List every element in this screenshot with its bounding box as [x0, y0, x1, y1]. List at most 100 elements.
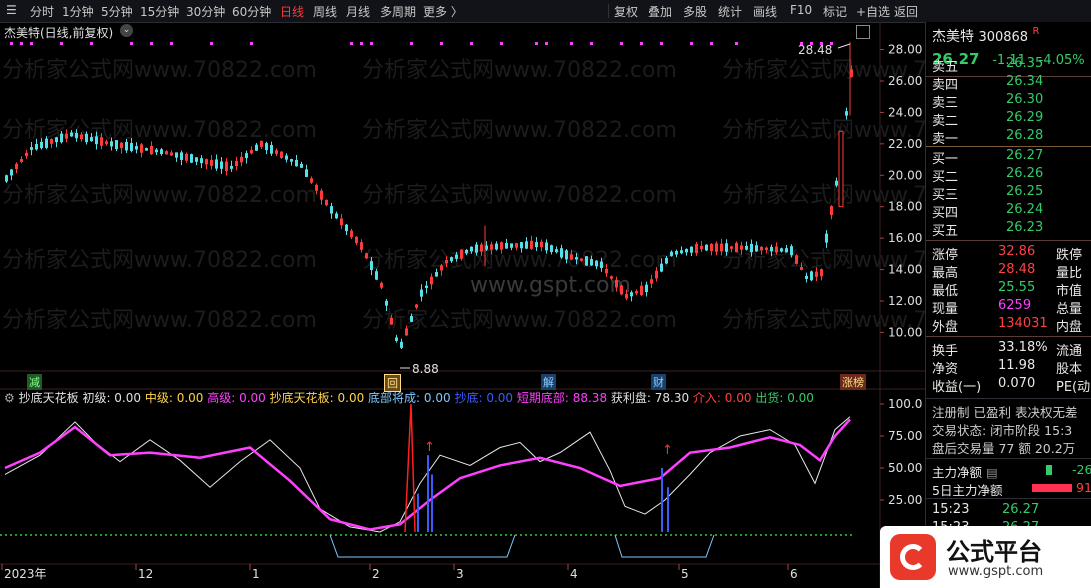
candle-body	[735, 242, 738, 253]
time-axis-label: 2023年	[4, 567, 47, 581]
price-axis-label: 20.00	[888, 168, 922, 182]
top-toolbar: ☰ 分时 1分钟 5分钟 15分钟 30分钟 60分钟 日线 周线 月线 多周期…	[0, 0, 1091, 23]
stat-label: PE(动	[1056, 380, 1091, 395]
indicator-axis-label: 100.0	[888, 397, 922, 411]
candle-body	[825, 233, 828, 243]
signal-dot	[545, 42, 548, 45]
candle-body	[665, 258, 668, 264]
draw-line-button[interactable]: 画线	[753, 3, 777, 20]
candle-body	[115, 140, 118, 150]
order-book-row[interactable]: 卖五 26.35	[932, 56, 1043, 75]
order-book-label: 卖五	[932, 60, 959, 75]
candle-body	[655, 270, 658, 279]
stat-label: 股本	[1056, 362, 1083, 377]
price-axis-label: 14.00	[888, 263, 922, 277]
period-tab-timeshare[interactable]: 分时	[30, 3, 54, 20]
event-marker-unlock[interactable]: 解	[541, 374, 556, 390]
indicator-gear-icon[interactable]: ⚙	[4, 391, 15, 405]
brand-badge: 公式平台 www.gspt.com	[880, 526, 1091, 588]
period-tab-5min[interactable]: 5分钟	[101, 3, 133, 20]
order-book-row[interactable]: 买四 26.24	[932, 202, 1043, 221]
period-tab-daily[interactable]: 日线	[280, 3, 304, 20]
indicator-field: 抄底: 0.00	[450, 391, 514, 405]
candle-body	[550, 245, 553, 252]
period-tab-weekly[interactable]: 周线	[313, 3, 337, 20]
order-book-price: 26.27	[1006, 148, 1044, 163]
candle-body	[565, 250, 568, 260]
menu-icon[interactable]: ☰	[6, 3, 17, 17]
order-book-row[interactable]: 买五 26.23	[932, 220, 1043, 239]
f10-button[interactable]: F10	[790, 3, 812, 17]
panel-toggle-icon[interactable]	[856, 25, 870, 39]
multi-stock-button[interactable]: 多股	[683, 3, 707, 20]
candle-body	[180, 152, 183, 160]
signal-dot	[440, 42, 443, 45]
candle-body	[610, 276, 613, 279]
mark-button[interactable]: 标记	[823, 3, 847, 20]
candle-body	[465, 249, 468, 254]
high-arrow	[837, 43, 851, 49]
watermark-text: 分析家公式网www.70822.com	[2, 183, 317, 208]
candle-body	[90, 137, 93, 142]
candle-body	[235, 160, 238, 167]
table-icon[interactable]: ▤	[986, 465, 998, 480]
bottom-zone	[329, 534, 516, 558]
period-tab-more[interactable]: 更多 〉	[423, 3, 463, 20]
candle-body	[255, 144, 258, 151]
candle-body	[240, 156, 243, 163]
order-book-row[interactable]: 卖四 26.34	[932, 74, 1043, 93]
event-marker-finance[interactable]: 财	[651, 374, 666, 390]
candle-body	[360, 242, 363, 250]
event-marker-limit-list[interactable]: 涨榜	[840, 374, 866, 390]
adjust-button[interactable]: 复权	[614, 3, 638, 20]
period-tab-30min[interactable]: 30分钟	[186, 3, 225, 20]
period-tab-15min[interactable]: 15分钟	[140, 3, 179, 20]
price-axis-label: 24.00	[888, 105, 922, 119]
candle-body	[630, 292, 633, 297]
candle-body	[805, 275, 808, 279]
candle-body	[580, 258, 583, 261]
indicator-field: 高级: 0.00	[203, 391, 266, 405]
period-tab-60min[interactable]: 60分钟	[232, 3, 271, 20]
candle-body	[230, 165, 233, 169]
indicator-field: 中级: 0.00	[141, 391, 204, 405]
order-book-price: 26.29	[1006, 110, 1044, 125]
candle-body	[470, 246, 473, 252]
signal-dot	[535, 42, 538, 45]
candle-body	[430, 276, 433, 285]
chart-area[interactable]: 分析家公式网www.70822.com 分析家公式网www.70822.com 分析…	[0, 22, 925, 588]
event-marker-reduce[interactable]: 减	[27, 374, 42, 390]
chevron-down-icon[interactable]: ⌄	[120, 24, 133, 37]
order-book-row[interactable]: 买二 26.26	[932, 166, 1043, 185]
period-tab-multi[interactable]: 多周期	[380, 3, 416, 20]
signal-arrow-up-icon: ↑	[424, 440, 435, 455]
signal-dot	[30, 42, 33, 45]
stats-button[interactable]: 统计	[718, 3, 742, 20]
candle-body	[330, 206, 333, 214]
candle-body	[795, 255, 798, 264]
candle-body	[215, 159, 218, 169]
candle-body	[280, 151, 283, 159]
period-tab-monthly[interactable]: 月线	[346, 3, 370, 20]
period-tab-1min[interactable]: 1分钟	[62, 3, 94, 20]
overlay-button[interactable]: 叠加	[648, 3, 672, 20]
order-book-row[interactable]: 卖一 26.28	[932, 128, 1043, 147]
candle-body	[145, 148, 148, 151]
indicator-axis: 100.0 75.00 50.00 25.00	[880, 397, 922, 507]
signal-dot	[690, 42, 693, 45]
order-book-row[interactable]: 卖二 26.29	[932, 110, 1043, 129]
order-book-row[interactable]: 买一 26.27	[932, 148, 1043, 167]
stat-row: 涨停 32.86 跌停	[932, 244, 1082, 263]
stat-label: 跌停	[1056, 248, 1083, 263]
back-button[interactable]: 返回	[894, 3, 918, 20]
candle-body	[515, 243, 518, 248]
candle-body	[210, 159, 213, 166]
order-book-price: 26.24	[1006, 202, 1044, 217]
order-book-row[interactable]: 买三 26.25	[932, 184, 1043, 203]
add-watchlist-button[interactable]: +自选	[856, 3, 890, 20]
signal-dot	[350, 42, 353, 45]
candle-body	[135, 146, 138, 150]
order-book-row[interactable]: 卖三 26.30	[932, 92, 1043, 111]
stat-label: 净资	[932, 362, 959, 377]
candle-body	[335, 213, 338, 219]
